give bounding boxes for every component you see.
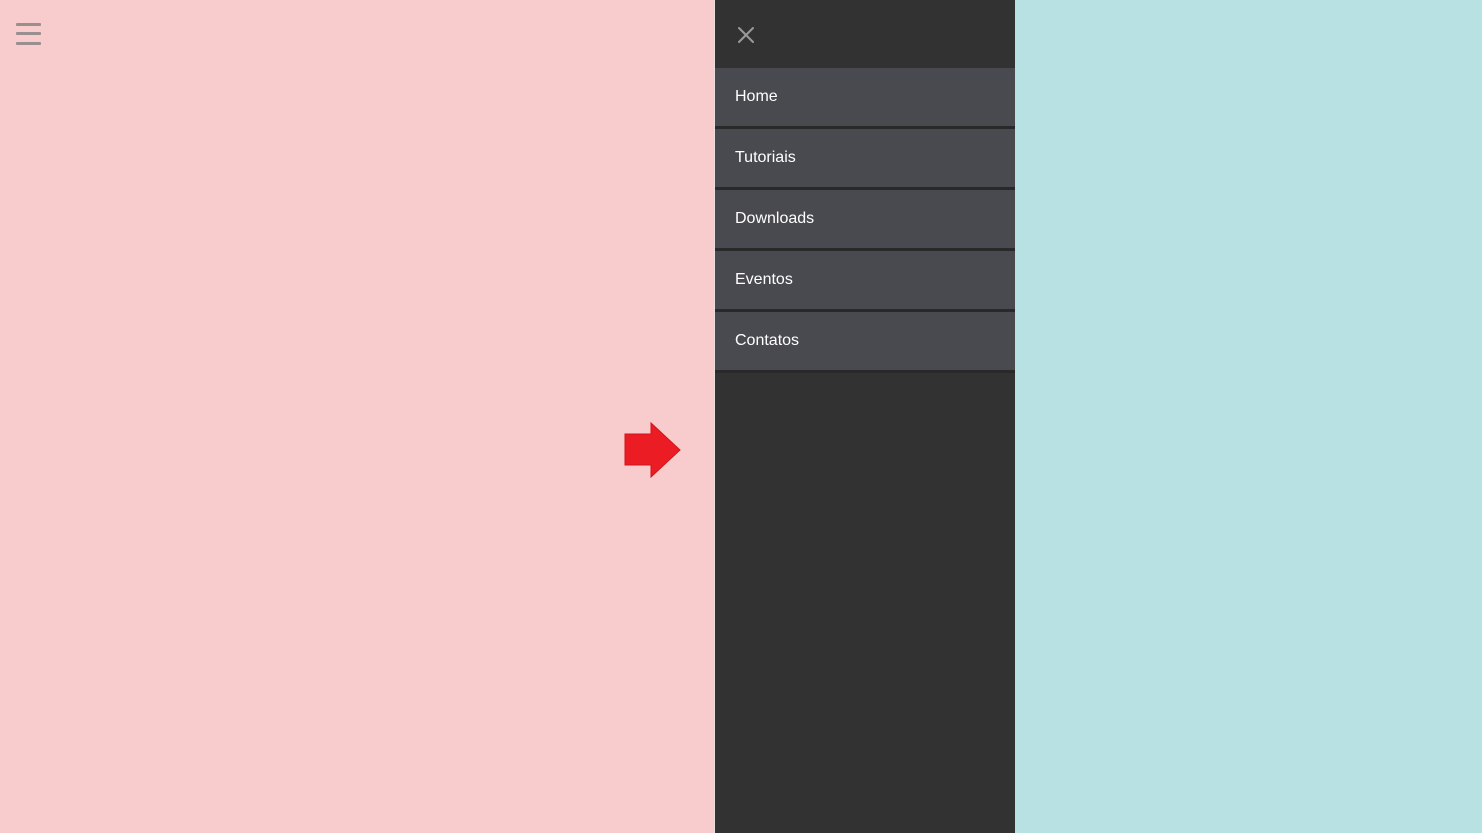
menu-item-label: Downloads	[735, 210, 815, 227]
menu-item-label: Home	[735, 88, 778, 105]
page: Home Tutoriais Downloads Eventos Contato…	[0, 0, 1482, 833]
background-pane	[1015, 0, 1482, 833]
hamburger-bar	[16, 42, 41, 45]
drawer-header	[715, 0, 1015, 68]
menu-item-label: Contatos	[735, 332, 800, 349]
main-content-pane	[0, 0, 714, 833]
menu-item-downloads[interactable]: Downloads	[715, 190, 1015, 251]
hamburger-bar	[16, 23, 41, 26]
hamburger-bar	[16, 32, 41, 35]
menu-item-label: Eventos	[735, 271, 793, 288]
hamburger-icon[interactable]	[16, 20, 41, 48]
menu-item-tutoriais[interactable]: Tutoriais	[715, 129, 1015, 190]
drawer-menu: Home Tutoriais Downloads Eventos Contato…	[715, 68, 1015, 373]
side-drawer: Home Tutoriais Downloads Eventos Contato…	[714, 0, 1015, 833]
menu-item-eventos[interactable]: Eventos	[715, 251, 1015, 312]
menu-item-home[interactable]: Home	[715, 68, 1015, 129]
right-arrow-icon	[624, 422, 681, 478]
menu-item-contatos[interactable]: Contatos	[715, 312, 1015, 373]
close-icon[interactable]	[735, 24, 757, 46]
menu-item-label: Tutoriais	[735, 149, 796, 166]
